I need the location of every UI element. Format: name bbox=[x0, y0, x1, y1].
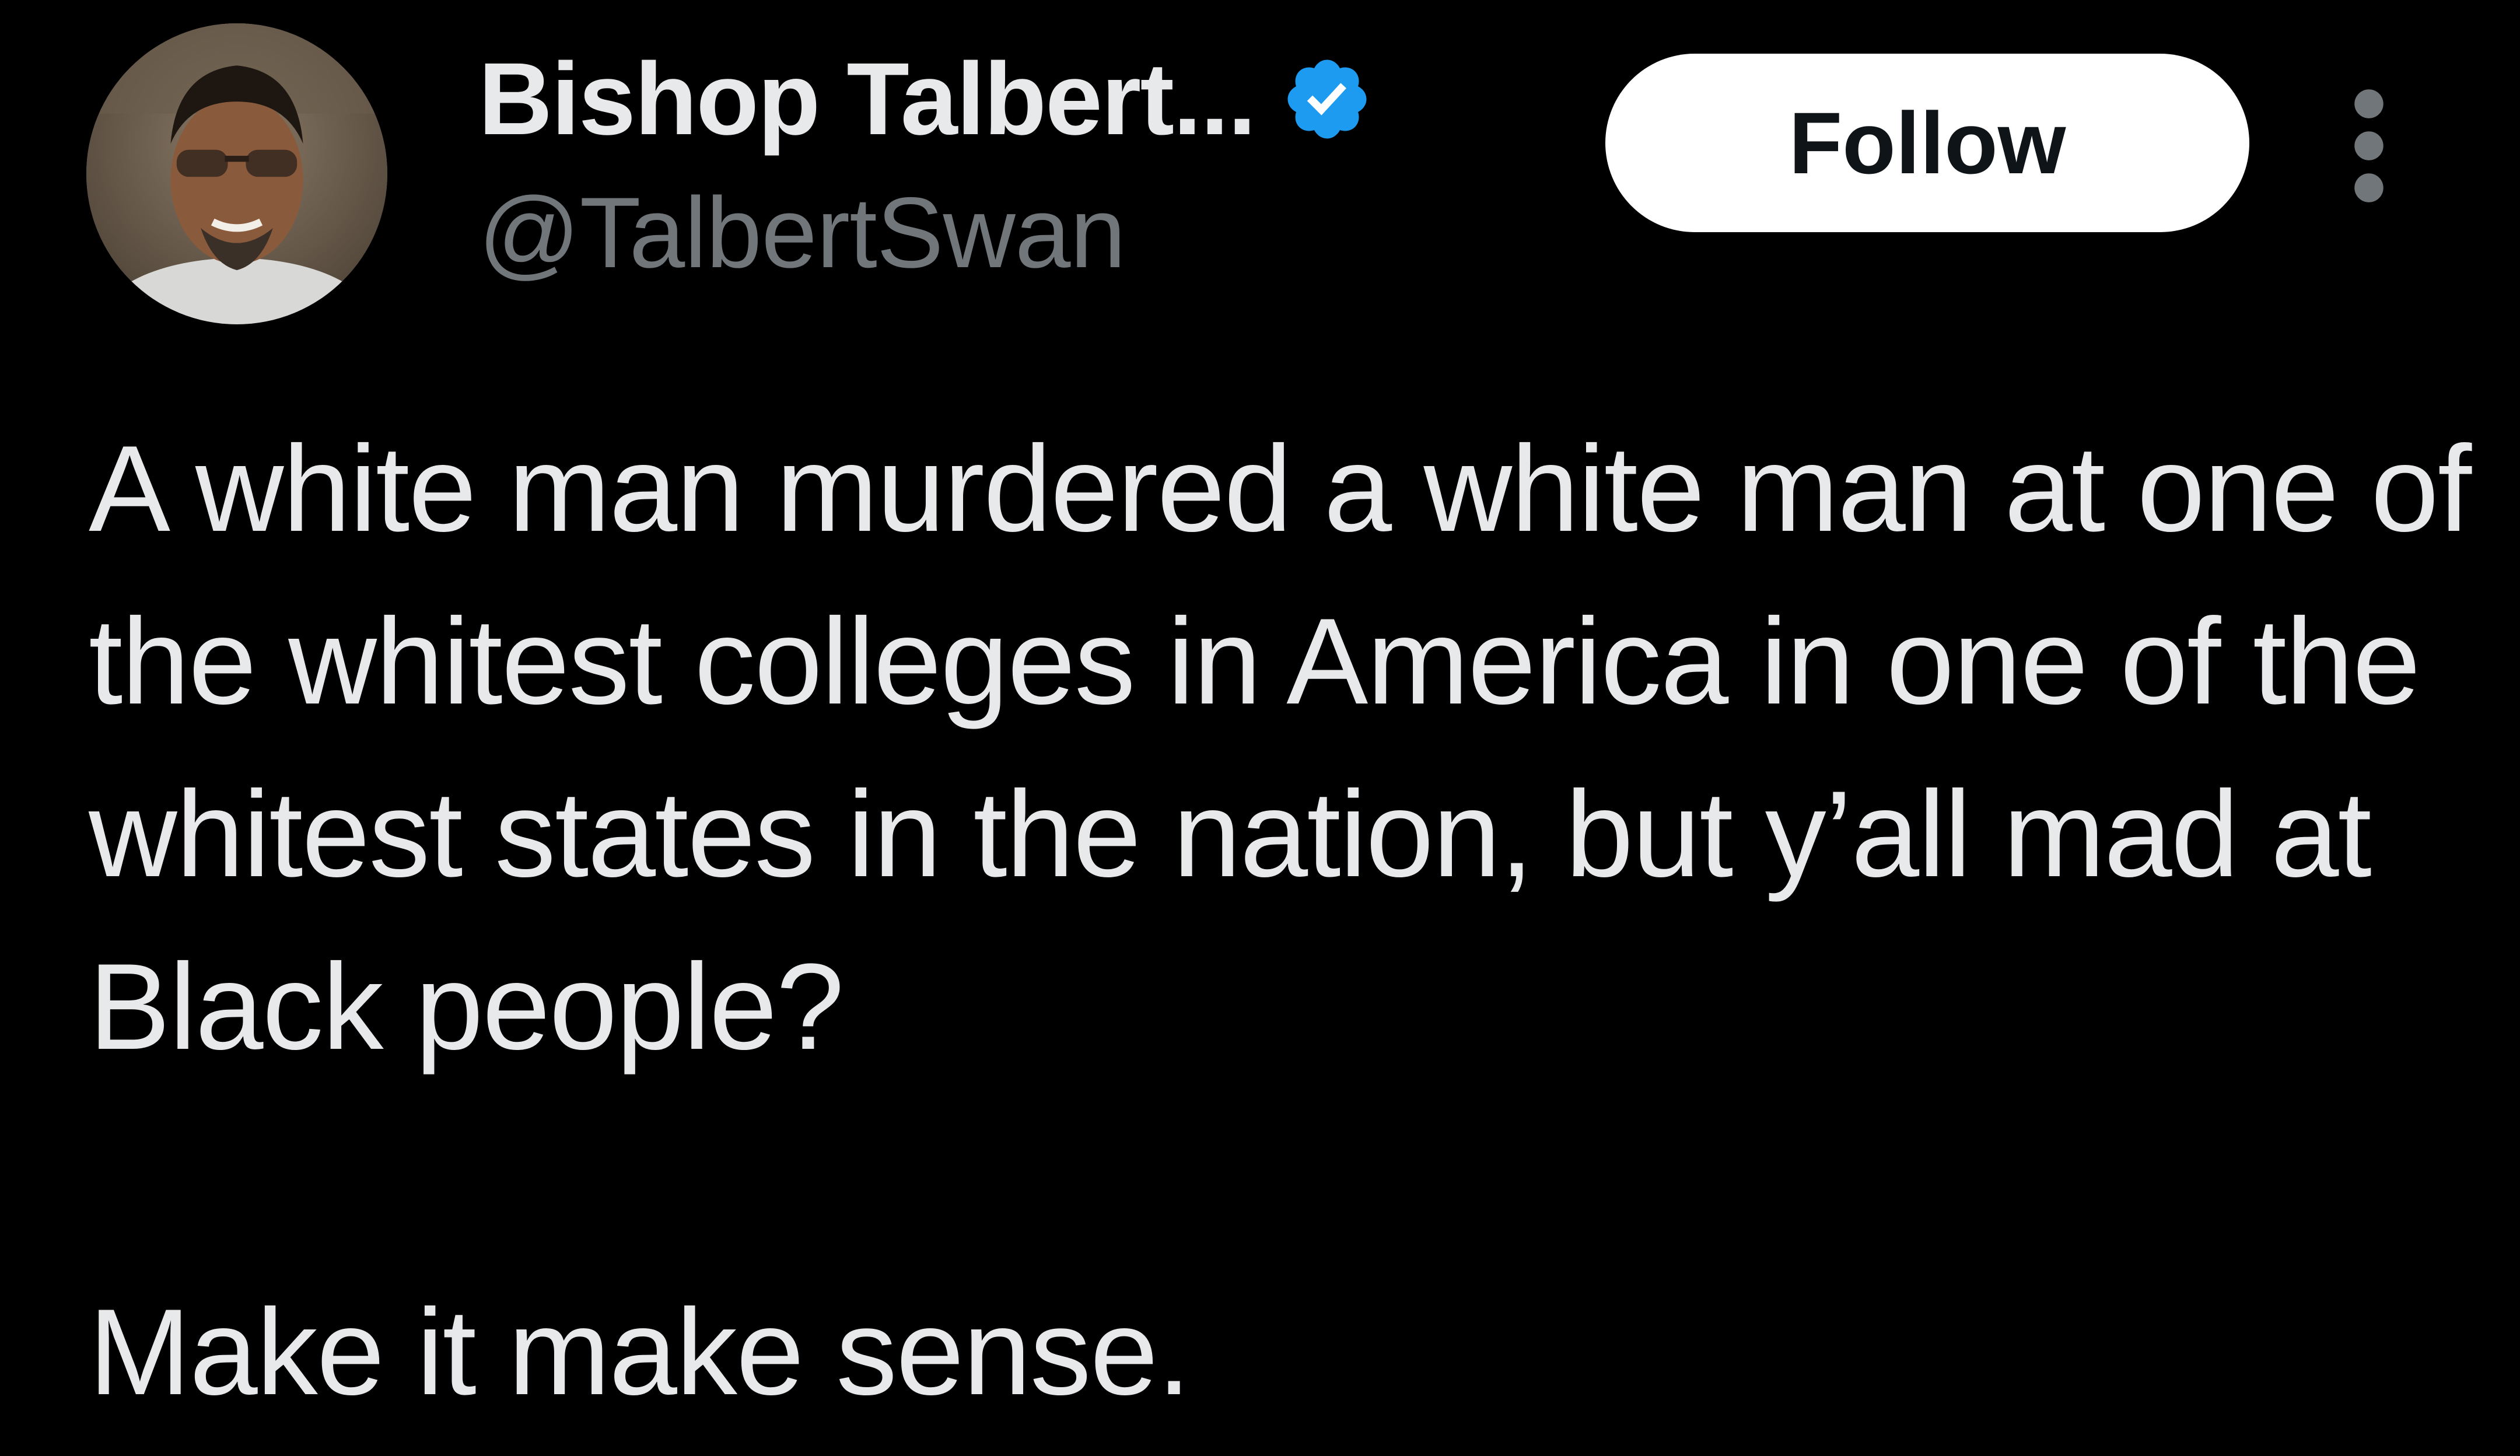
tweet-paragraph: A white man murdered a white man at one … bbox=[89, 420, 2472, 1075]
tweet-card: Bishop Talbert... @TalbertSwan Follow A … bbox=[0, 0, 2520, 1456]
avatar-photo bbox=[86, 23, 387, 324]
avatar[interactable] bbox=[86, 23, 387, 324]
author-handle[interactable]: @TalbertSwan bbox=[478, 175, 1126, 290]
verified-badge-icon[interactable] bbox=[1281, 53, 1373, 145]
author-name-row: Bishop Talbert... bbox=[478, 41, 1373, 158]
author-display-name[interactable]: Bishop Talbert... bbox=[478, 40, 1256, 158]
tweet-paragraph: Make it make sense. bbox=[89, 1283, 1191, 1420]
more-vertical-icon[interactable] bbox=[2343, 88, 2395, 204]
tweet-text: A white man murdered a white man at one … bbox=[89, 402, 2480, 1438]
follow-button[interactable]: Follow bbox=[1605, 54, 2249, 232]
